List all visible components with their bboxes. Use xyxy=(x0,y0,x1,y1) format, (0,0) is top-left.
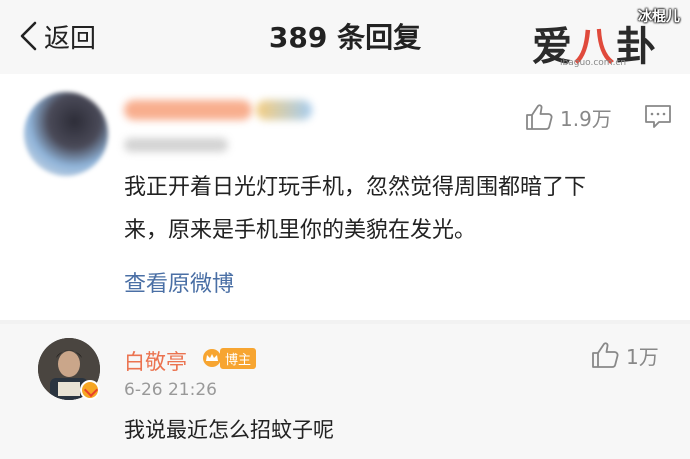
thumbs-up-icon xyxy=(526,104,553,130)
main-comment: 1.9万 我正开着日光灯玩手机，忽然觉得周围都暗了下来，原来是手机里你的美貌在发… xyxy=(0,74,690,320)
like-count: 1.9万 xyxy=(560,106,612,131)
reply-bubble-icon[interactable] xyxy=(644,104,672,130)
logo-url: ibaguo.com.cn xyxy=(560,58,627,68)
blogger-badge-label: 博主 xyxy=(220,347,257,369)
blogger-badge: 博主 xyxy=(202,346,257,370)
reply-like-count: 1万 xyxy=(626,344,659,369)
username-blurred[interactable] xyxy=(124,100,252,120)
verified-icon xyxy=(80,380,100,400)
crown-icon xyxy=(203,349,221,367)
reply-timestamp: 6-26 21:26 xyxy=(124,380,217,400)
thumbs-up-icon xyxy=(592,342,619,368)
user-badge-blurred xyxy=(256,100,312,120)
comment-text: 我正开着日光灯玩手机，忽然觉得周围都暗了下来，原来是手机里你的美貌在发光。 xyxy=(124,175,587,243)
timestamp-blurred xyxy=(124,138,228,152)
avatar-blurred[interactable] xyxy=(24,92,108,176)
view-original-link[interactable]: 查看原微博 xyxy=(124,266,234,298)
like-button[interactable]: 1.9万 xyxy=(524,102,612,132)
reply-like-button[interactable]: 1万 xyxy=(590,340,659,370)
reply-author[interactable]: 白敬亭 xyxy=(124,346,187,376)
reply-item: 白敬亭 博主 6-26 21:26 1万 我说最近怎么招蚊子呢 xyxy=(0,324,690,459)
watermark-text: 冰棍儿 xyxy=(638,9,680,25)
nav-header: 返回 389 条回复 爱八卦 ibaguo.com.cn 冰棍儿 xyxy=(0,0,690,74)
reply-text: 我说最近怎么招蚊子呢 xyxy=(124,418,334,442)
